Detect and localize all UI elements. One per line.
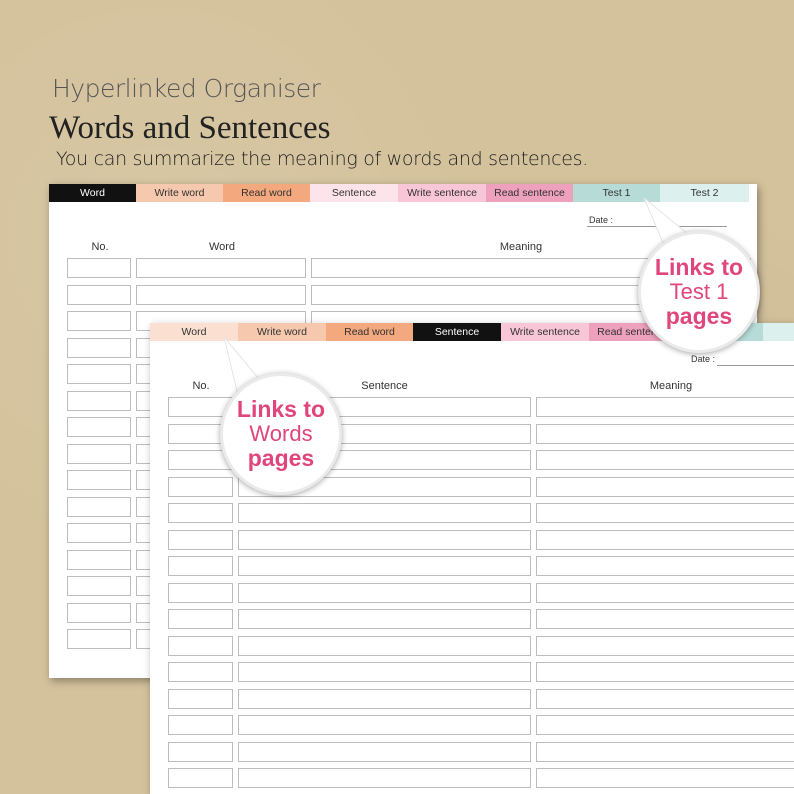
sentence-cell[interactable] bbox=[238, 609, 531, 629]
no-cell[interactable] bbox=[67, 602, 131, 623]
no-cell[interactable] bbox=[67, 417, 131, 437]
no-cell[interactable] bbox=[168, 529, 233, 550]
no-cell[interactable] bbox=[67, 576, 131, 596]
meaning-cell[interactable] bbox=[536, 556, 794, 576]
tab-sentence[interactable]: Sentence bbox=[310, 184, 398, 202]
column-header-word: Word bbox=[208, 241, 236, 253]
no-cell[interactable] bbox=[67, 549, 131, 570]
no-cell[interactable] bbox=[168, 476, 233, 497]
tab-sentence[interactable]: Sentence bbox=[413, 323, 501, 341]
word-cell[interactable] bbox=[136, 284, 306, 305]
date-label: Date : bbox=[691, 354, 716, 364]
tab-write-word[interactable]: Write word bbox=[136, 184, 223, 202]
no-cell[interactable] bbox=[67, 311, 131, 331]
no-cell[interactable] bbox=[168, 768, 233, 788]
words-callout-line2: Words bbox=[249, 421, 313, 447]
meaning-cell[interactable] bbox=[536, 635, 794, 656]
test1-callout-line1: Links to bbox=[654, 254, 744, 281]
test1-callout-line3: pages bbox=[665, 302, 733, 329]
sentence-cell[interactable] bbox=[238, 715, 531, 735]
meaning-cell[interactable] bbox=[536, 609, 794, 629]
tab-word[interactable]: Word bbox=[49, 184, 136, 202]
no-cell[interactable] bbox=[168, 556, 233, 576]
no-cell[interactable] bbox=[168, 582, 233, 603]
test1-callout: Links to Test 1 pages bbox=[638, 231, 760, 353]
no-cell[interactable] bbox=[67, 443, 131, 464]
no-cell[interactable] bbox=[168, 503, 233, 523]
meaning-cell[interactable] bbox=[536, 397, 794, 417]
no-cell[interactable] bbox=[67, 470, 131, 490]
words-callout-line3: pages bbox=[247, 444, 315, 471]
column-header-no: No. bbox=[91, 241, 109, 253]
sentence-cell[interactable] bbox=[238, 529, 531, 550]
no-cell[interactable] bbox=[67, 496, 131, 517]
meaning-cell[interactable] bbox=[536, 423, 794, 444]
meaning-cell[interactable] bbox=[536, 529, 794, 550]
word-cell[interactable] bbox=[136, 258, 306, 278]
no-cell[interactable] bbox=[67, 284, 131, 305]
no-cell[interactable] bbox=[67, 258, 131, 278]
tab-write-sentence[interactable]: Write sentence bbox=[501, 323, 589, 341]
supertitle: Hyperlinked Organiser bbox=[52, 74, 321, 103]
sentence-cell[interactable] bbox=[238, 662, 531, 682]
no-cell[interactable] bbox=[168, 741, 233, 762]
tab-read-word[interactable]: Read word bbox=[223, 184, 310, 202]
tab-read-word[interactable]: Read word bbox=[326, 323, 413, 341]
no-cell[interactable] bbox=[168, 662, 233, 682]
tab-test-2[interactable] bbox=[763, 323, 794, 341]
no-cell[interactable] bbox=[168, 715, 233, 735]
no-cell[interactable] bbox=[168, 635, 233, 656]
no-cell[interactable] bbox=[67, 364, 131, 384]
tab-write-sentence[interactable]: Write sentence bbox=[398, 184, 486, 202]
meaning-cell[interactable] bbox=[536, 503, 794, 523]
words-callout: Links to Words pages bbox=[220, 373, 342, 495]
meaning-cell[interactable] bbox=[536, 476, 794, 497]
tab-read-sentence[interactable]: Read sentence bbox=[486, 184, 573, 202]
no-cell[interactable] bbox=[168, 688, 233, 709]
sentence-cell[interactable] bbox=[238, 582, 531, 603]
sentence-cell[interactable] bbox=[238, 556, 531, 576]
column-header-meaning: Meaning bbox=[649, 380, 693, 392]
meaning-cell[interactable] bbox=[536, 741, 794, 762]
meaning-cell[interactable] bbox=[536, 450, 794, 470]
test1-callout-line2: Test 1 bbox=[669, 279, 729, 305]
date-line[interactable] bbox=[717, 365, 794, 366]
page-title: Words and Sentences bbox=[49, 110, 331, 146]
date-label: Date : bbox=[589, 215, 614, 225]
meaning-cell[interactable] bbox=[536, 688, 794, 709]
sentence-cell[interactable] bbox=[238, 503, 531, 523]
words-callout-line1: Links to bbox=[236, 396, 326, 423]
meaning-cell[interactable] bbox=[536, 662, 794, 682]
no-cell[interactable] bbox=[67, 629, 131, 649]
no-cell[interactable] bbox=[67, 337, 131, 358]
meaning-cell[interactable] bbox=[536, 768, 794, 788]
sentence-cell[interactable] bbox=[238, 741, 531, 762]
sentence-cell[interactable] bbox=[238, 688, 531, 709]
sentence-cell[interactable] bbox=[238, 768, 531, 788]
meaning-cell[interactable] bbox=[536, 715, 794, 735]
no-cell[interactable] bbox=[67, 523, 131, 543]
meaning-cell[interactable] bbox=[536, 582, 794, 603]
sentence-cell[interactable] bbox=[238, 635, 531, 656]
no-cell[interactable] bbox=[67, 390, 131, 411]
no-cell[interactable] bbox=[168, 609, 233, 629]
page-subtitle: You can summarize the meaning of words a… bbox=[56, 148, 588, 170]
